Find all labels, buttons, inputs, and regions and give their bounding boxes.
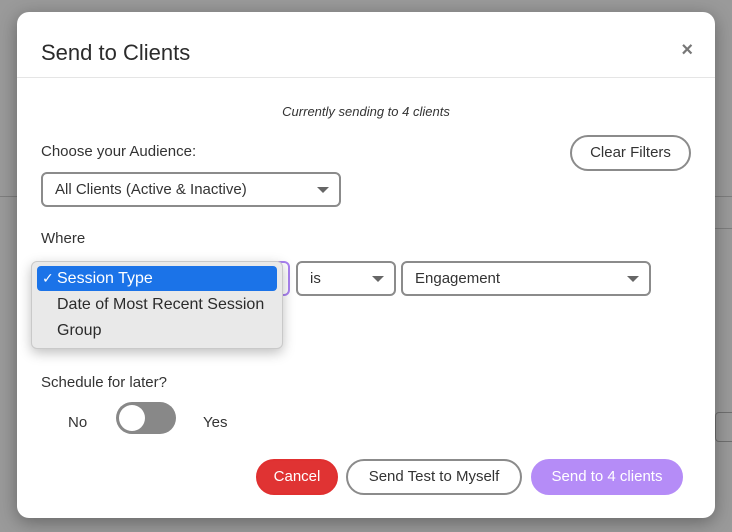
toggle-knob[interactable] bbox=[119, 405, 145, 431]
dropdown-option-date-of-most-recent-session[interactable]: Date of Most Recent Session bbox=[37, 292, 277, 317]
audience-label: Choose your Audience: bbox=[41, 143, 197, 160]
operator-select-value: is bbox=[310, 270, 321, 287]
value-select-value: Engagement bbox=[415, 270, 501, 287]
schedule-label: Schedule for later? bbox=[41, 374, 167, 391]
schedule-toggle[interactable] bbox=[116, 402, 176, 434]
where-label: Where bbox=[41, 230, 86, 247]
bg-box bbox=[715, 412, 732, 442]
close-icon[interactable]: × bbox=[681, 40, 693, 60]
schedule-no-label: No bbox=[68, 414, 88, 431]
chevron-down-icon bbox=[372, 276, 384, 282]
value-select[interactable]: Engagement bbox=[401, 261, 651, 296]
send-test-button[interactable]: Send Test to Myself bbox=[346, 459, 522, 495]
cancel-button[interactable]: Cancel bbox=[256, 459, 338, 495]
schedule-yes-label: Yes bbox=[203, 414, 228, 431]
sending-note: Currently sending to 4 clients bbox=[282, 104, 450, 119]
audience-select-value: All Clients (Active & Inactive) bbox=[55, 181, 247, 198]
modal-title: Send to Clients bbox=[41, 40, 191, 65]
send-button[interactable]: Send to 4 clients bbox=[531, 459, 683, 495]
dropdown-option-label: Date of Most Recent Session bbox=[57, 296, 265, 313]
bg-divider bbox=[715, 196, 732, 197]
chevron-down-icon bbox=[627, 276, 639, 282]
clear-filters-button[interactable]: Clear Filters bbox=[570, 135, 691, 171]
bg-divider bbox=[715, 228, 732, 229]
bg-divider bbox=[0, 196, 17, 197]
audience-select[interactable]: All Clients (Active & Inactive) bbox=[41, 172, 341, 207]
dropdown-option-label: Group bbox=[57, 322, 102, 339]
dropdown-option-group[interactable]: Group bbox=[37, 318, 277, 343]
dropdown-option-session-type[interactable]: ✓ Session Type bbox=[37, 266, 277, 291]
chevron-down-icon bbox=[317, 187, 329, 193]
field-dropdown-menu: ✓ Session Type Date of Most Recent Sessi… bbox=[31, 261, 283, 349]
modal-header: Send to Clients × bbox=[17, 12, 715, 78]
checkmark-icon: ✓ bbox=[42, 270, 54, 286]
dropdown-option-label: Session Type bbox=[57, 270, 153, 287]
operator-select[interactable]: is bbox=[296, 261, 396, 296]
